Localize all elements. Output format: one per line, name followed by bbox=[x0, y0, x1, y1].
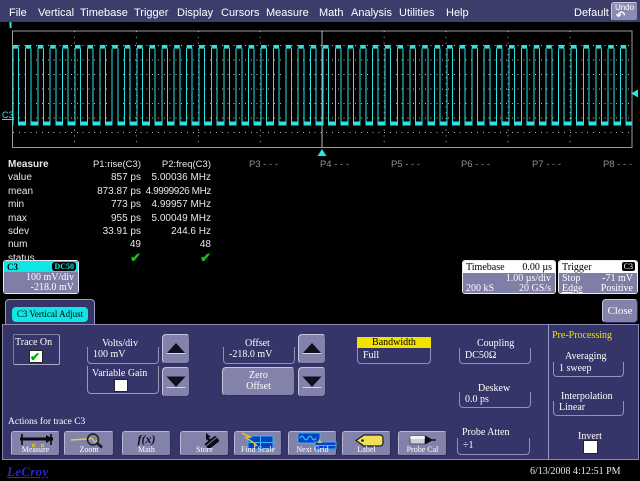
svg-text:C3: C3 bbox=[2, 110, 14, 120]
